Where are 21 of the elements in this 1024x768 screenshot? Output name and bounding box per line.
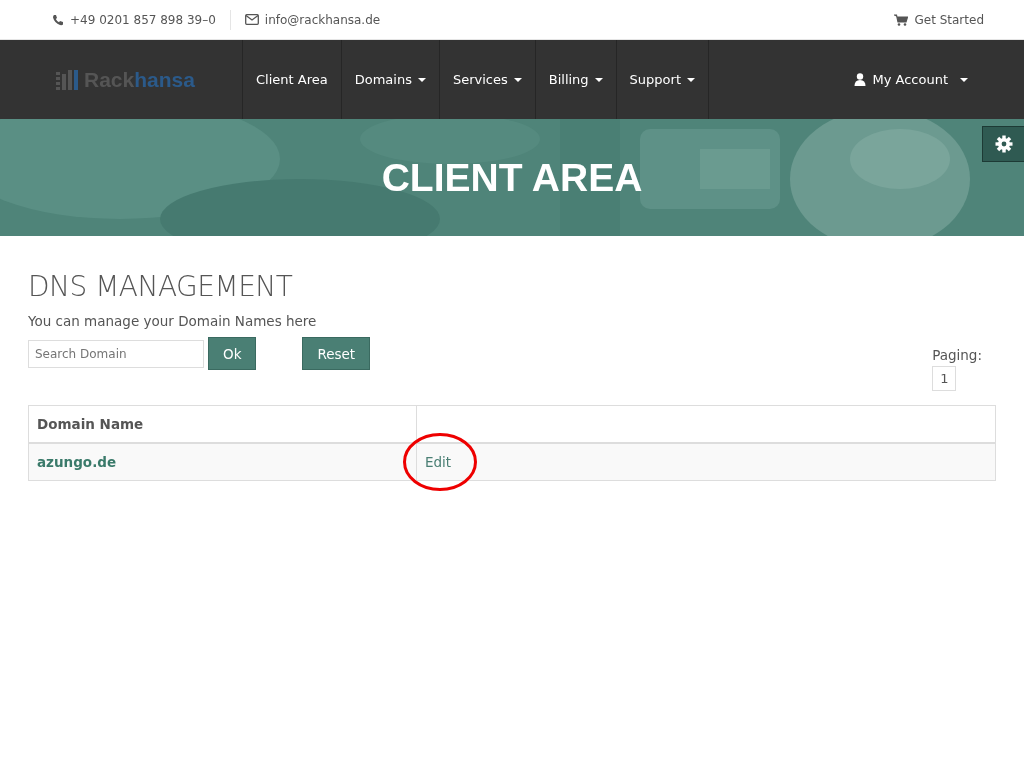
get-started-link[interactable]: Get Started [914,12,984,27]
edit-link[interactable]: Edit [425,454,452,470]
domain-link[interactable]: azungo.de [37,454,117,470]
page-link[interactable]: 1 [932,366,957,391]
settings-button[interactable] [982,126,1024,162]
account-menu[interactable]: My Account [854,40,968,119]
paging-label: Paging: [932,347,982,363]
envelope-icon [244,14,259,25]
phone-number: +49 0201 857 898 39–0 [70,12,216,27]
cart-icon [894,13,909,26]
page-subtitle: You can manage your Domain Names here [28,313,318,329]
email-link[interactable]: info@rackhansa.de [264,12,381,27]
user-icon [854,73,867,86]
reset-button[interactable]: Reset [302,337,371,370]
gear-icon [994,135,1013,153]
ok-button[interactable]: Ok [208,337,257,370]
page-title: DNS MANAGEMENT [28,270,294,303]
hero-title: CLIENT AREA [381,155,643,200]
bars-icon [56,69,78,90]
phone-icon [52,13,64,26]
search-field[interactable]: Search Domain [28,339,204,368]
